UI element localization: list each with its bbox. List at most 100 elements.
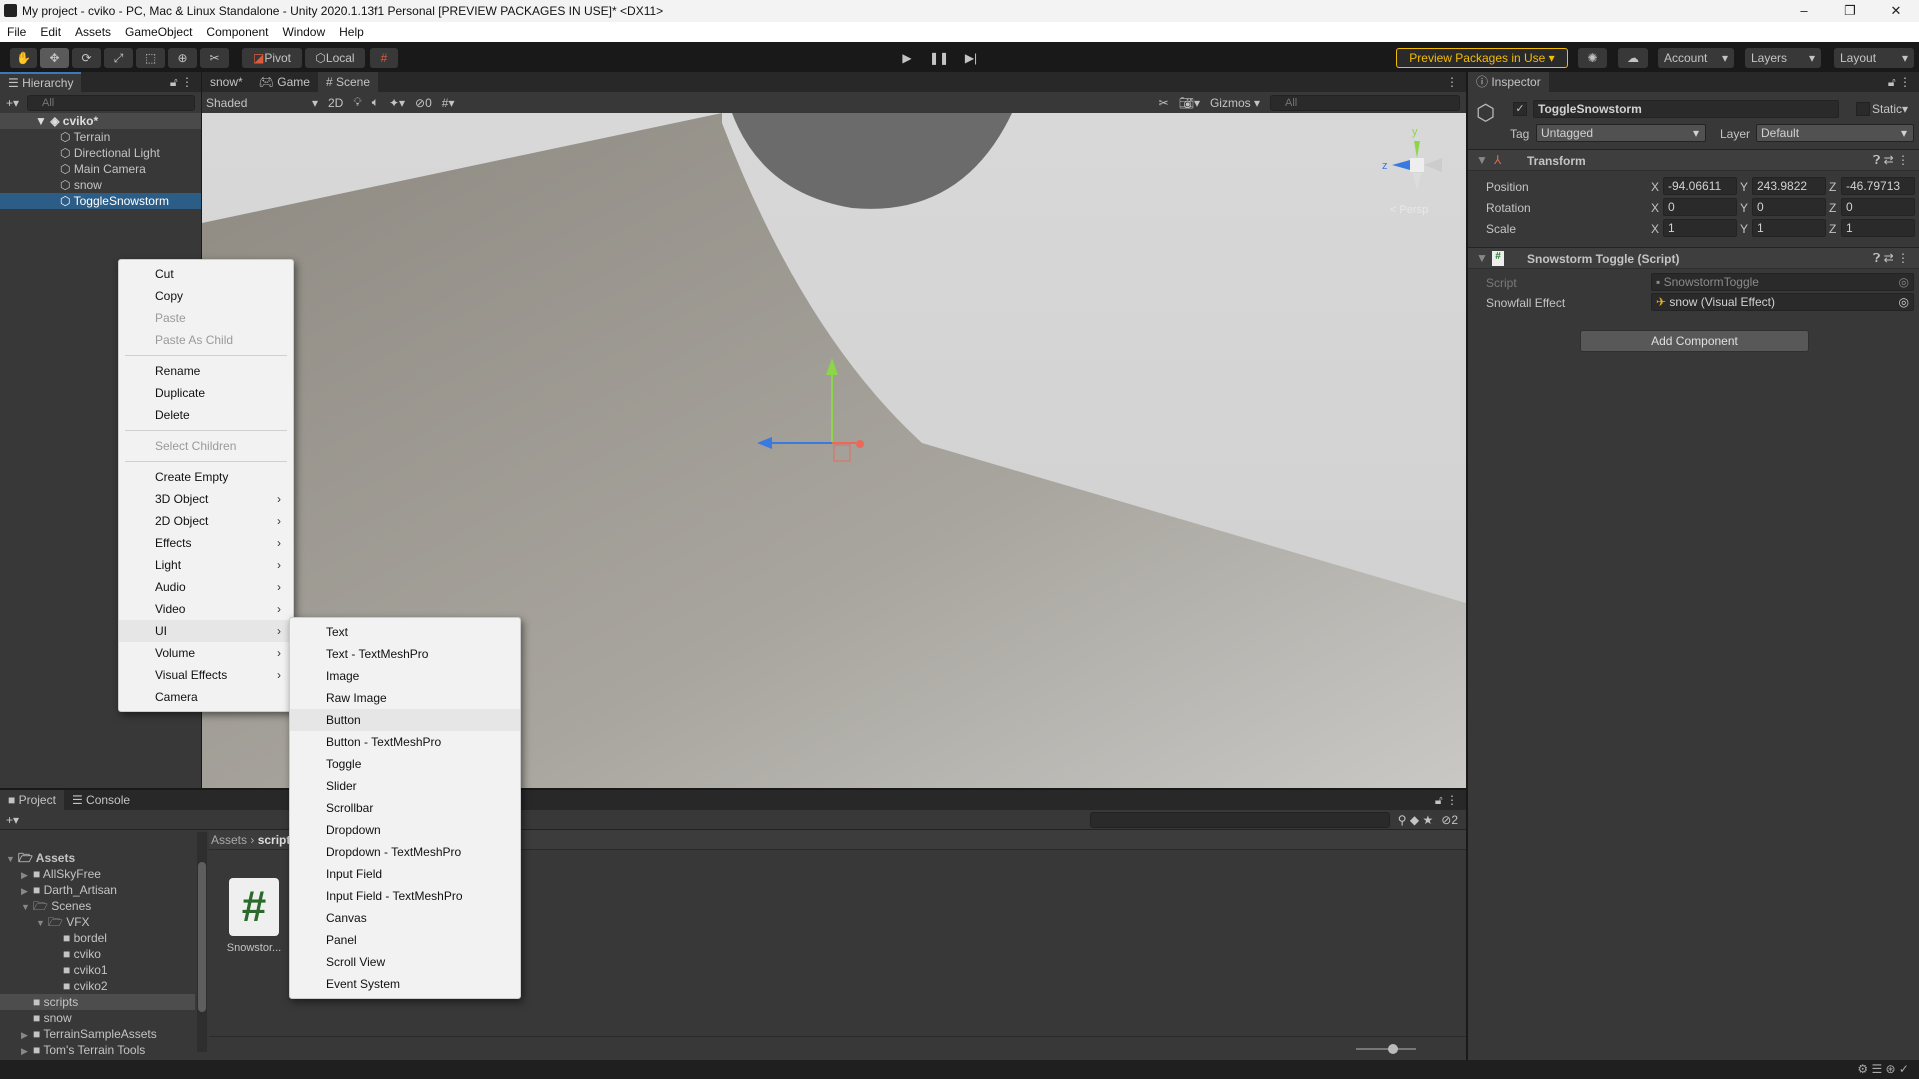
- submenu-item[interactable]: Dropdown: [290, 819, 520, 841]
- tab-console[interactable]: ☰ Console: [64, 790, 138, 810]
- shading-dropdown[interactable]: Shaded ▾: [206, 96, 318, 110]
- icon-size-slider[interactable]: [1356, 1044, 1416, 1054]
- hierarchy-item[interactable]: ⬡ Directional Light: [0, 145, 201, 161]
- pivot-button[interactable]: ◪ Pivot: [242, 48, 302, 68]
- lock-icon[interactable]: 🔓︎ ⋮: [1888, 72, 1919, 92]
- submenu-item[interactable]: Event System: [290, 973, 520, 995]
- submenu-item[interactable]: Text: [290, 621, 520, 643]
- menu-item[interactable]: Light ›: [119, 554, 293, 576]
- menu-item[interactable]: Audio ›: [119, 576, 293, 598]
- tab-game[interactable]: 🎮︎ Game: [251, 72, 318, 92]
- create-asset-button[interactable]: +▾: [6, 813, 19, 827]
- hierarchy-search-input[interactable]: [27, 94, 195, 111]
- submenu-item[interactable]: Slider: [290, 775, 520, 797]
- folder-tree-item[interactable]: ▶ ■ Tom's Terrain Tools: [0, 1042, 195, 1058]
- folder-tree-item[interactable]: ▶ ■ TerrainSampleAssets: [0, 1026, 195, 1042]
- rotate-tool-button[interactable]: ⟳: [72, 48, 101, 68]
- position-y-field[interactable]: 243.9822: [1752, 177, 1826, 195]
- submenu-item[interactable]: Text - TextMeshPro: [290, 643, 520, 665]
- effects-dropdown-icon[interactable]: ✦▾: [389, 96, 405, 110]
- filter-icons[interactable]: ⚲ ◆ ★: [1398, 813, 1433, 827]
- rotation-z-field[interactable]: 0: [1841, 198, 1915, 216]
- folder-tree-item[interactable]: ■ cviko2: [0, 978, 195, 994]
- scale-z-field[interactable]: 1: [1841, 219, 1915, 237]
- submenu-item[interactable]: Raw Image: [290, 687, 520, 709]
- hierarchy-item[interactable]: ⬡ Main Camera: [0, 161, 201, 177]
- submenu-item[interactable]: Dropdown - TextMeshPro: [290, 841, 520, 863]
- 2d-toggle[interactable]: 2D: [328, 96, 343, 110]
- rect-tool-button[interactable]: ⬚: [136, 48, 165, 68]
- object-picker-icon[interactable]: ◎: [1899, 294, 1913, 310]
- menu-item[interactable]: UI ›: [119, 620, 293, 642]
- submenu-item[interactable]: Canvas: [290, 907, 520, 929]
- component-menu-icons[interactable]: ❓︎ ⇄ ⋮: [1873, 153, 1909, 168]
- cloud-button[interactable]: ☁: [1618, 48, 1648, 68]
- submenu-item[interactable]: Image: [290, 665, 520, 687]
- collab-button[interactable]: ✺: [1578, 48, 1607, 68]
- submenu-item[interactable]: Toggle: [290, 753, 520, 775]
- menu-component[interactable]: Component: [199, 25, 275, 39]
- folder-tree-item[interactable]: ▼ 🗁︎ Assets: [0, 850, 195, 866]
- submenu-item[interactable]: Panel: [290, 929, 520, 951]
- submenu-item[interactable]: Input Field: [290, 863, 520, 885]
- submenu-item[interactable]: Button: [290, 709, 520, 731]
- menu-item[interactable]: Volume ›: [119, 642, 293, 664]
- object-name-field[interactable]: ToggleSnowstorm: [1533, 100, 1839, 118]
- preview-packages-button[interactable]: Preview Packages in Use ▾: [1396, 48, 1568, 68]
- menu-item[interactable]: Rename: [119, 360, 293, 382]
- lock-icon[interactable]: 🔓︎ ⋮: [170, 72, 201, 92]
- submenu-item[interactable]: Scrollbar: [290, 797, 520, 819]
- active-checkbox[interactable]: ✓: [1513, 102, 1527, 116]
- script-component-header[interactable]: ▼ # Snowstorm Toggle (Script) ❓︎ ⇄ ⋮: [1468, 247, 1919, 269]
- layout-dropdown[interactable]: Layout ▾: [1834, 48, 1914, 68]
- folder-tree-item[interactable]: ■ snow: [0, 1010, 195, 1026]
- scale-x-field[interactable]: 1: [1663, 219, 1737, 237]
- scene-search-input[interactable]: [1270, 94, 1460, 111]
- menu-item[interactable]: Delete: [119, 404, 293, 426]
- menu-item[interactable]: Video ›: [119, 598, 293, 620]
- static-dropdown[interactable]: Static▾: [1872, 102, 1908, 116]
- hidden-packages-toggle[interactable]: ⊘2: [1441, 813, 1458, 827]
- pause-button[interactable]: ❚❚: [925, 48, 953, 68]
- position-z-field[interactable]: -46.79713: [1841, 177, 1915, 195]
- menu-item[interactable]: Paste: [119, 307, 293, 329]
- submenu-item[interactable]: Scroll View: [290, 951, 520, 973]
- hierarchy-item[interactable]: ⬡ Terrain: [0, 129, 201, 145]
- position-x-field[interactable]: -94.06611: [1663, 177, 1737, 195]
- tab-project[interactable]: ■ Project: [0, 790, 64, 810]
- menu-gameobject[interactable]: GameObject: [118, 25, 199, 39]
- menu-item[interactable]: Effects ›: [119, 532, 293, 554]
- folder-tree-item[interactable]: ▼ 🗁︎ VFX: [0, 914, 195, 930]
- close-button[interactable]: ✕: [1873, 0, 1919, 22]
- tree-scrollbar[interactable]: [197, 832, 207, 1052]
- tag-dropdown[interactable]: Untagged ▾: [1536, 124, 1706, 142]
- grid-dropdown-icon[interactable]: #▾: [442, 96, 455, 110]
- menu-item[interactable]: Cut: [119, 263, 293, 285]
- menu-assets[interactable]: Assets: [68, 25, 118, 39]
- tab-inspector[interactable]: ⓘ Inspector: [1468, 72, 1549, 92]
- component-menu-icons[interactable]: ❓︎ ⇄ ⋮: [1873, 251, 1909, 266]
- menu-item[interactable]: Copy: [119, 285, 293, 307]
- folder-tree-item[interactable]: ■ cviko1: [0, 962, 195, 978]
- rotation-x-field[interactable]: 0: [1663, 198, 1737, 216]
- folder-tree-item[interactable]: ▶ ■ Darth_Artisan: [0, 882, 195, 898]
- play-button[interactable]: ▶: [893, 48, 921, 68]
- asset-item[interactable]: # Snowstor...: [222, 878, 286, 954]
- more-icon[interactable]: ⋮: [1446, 72, 1466, 92]
- menu-edit[interactable]: Edit: [33, 25, 68, 39]
- menu-item[interactable]: Visual Effects ›: [119, 664, 293, 686]
- layer-dropdown[interactable]: Default ▾: [1756, 124, 1914, 142]
- transform-tool-button[interactable]: ⊕: [168, 48, 197, 68]
- scale-y-field[interactable]: 1: [1752, 219, 1826, 237]
- menu-item[interactable]: Create Empty: [119, 466, 293, 488]
- move-tool-button[interactable]: ✥: [40, 48, 69, 68]
- minimize-button[interactable]: –: [1781, 0, 1827, 22]
- menu-item[interactable]: Select Children: [119, 435, 293, 457]
- folder-tree-item[interactable]: ■ scripts: [0, 994, 195, 1010]
- hand-tool-button[interactable]: ✋: [10, 48, 37, 68]
- static-checkbox[interactable]: [1856, 102, 1870, 116]
- persp-label[interactable]: < Persp: [1390, 204, 1428, 216]
- tab-hierarchy[interactable]: ☰ Hierarchy: [0, 72, 82, 92]
- tab-scene[interactable]: # Scene: [317, 72, 378, 92]
- status-icons[interactable]: ⚙ ☰ ⊛ ✓: [1857, 1062, 1909, 1076]
